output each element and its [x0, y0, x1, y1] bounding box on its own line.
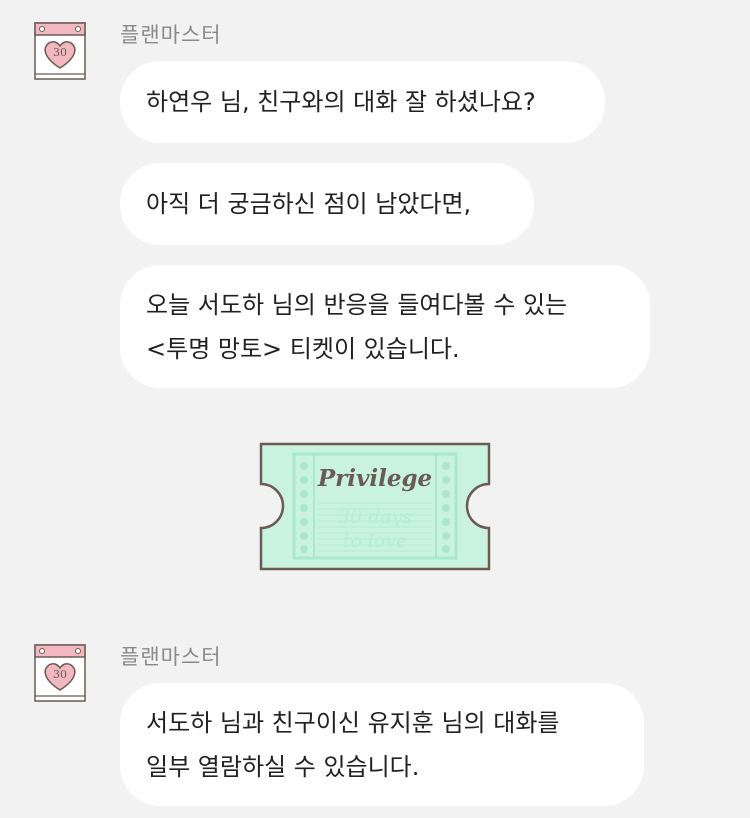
message-bubble: 하연우 님, 친구와의 대화 잘 하셨나요?: [120, 61, 605, 143]
ticket-title: Privilege: [317, 465, 432, 492]
message-bubble: 아직 더 궁금하신 점이 남았다면,: [120, 163, 534, 245]
avatar-badge-text: 30: [53, 46, 67, 59]
message-text: 서도하 님과 친구이신 유지훈 님의 대화를: [146, 708, 560, 737]
sender-name: 플랜마스터: [120, 645, 222, 669]
avatar-badge-text: 30: [53, 668, 67, 681]
heart-calendar-icon: 30: [34, 22, 86, 80]
message-bubble: 서도하 님과 친구이신 유지훈 님의 대화를 일부 열람하실 수 있습니다.: [120, 683, 644, 806]
sender-name: 플랜마스터: [120, 23, 222, 47]
message-text: 오늘 서도하 님의 반응을 들여다볼 수 있는: [146, 290, 568, 319]
ticket-watermark-line2: to love: [343, 530, 408, 552]
privilege-ticket[interactable]: Privilege 30 days to love: [258, 441, 492, 572]
message-text: 아직 더 궁금하신 점이 남았다면,: [146, 190, 472, 218]
message-text: <투명 망토> 티켓이 있습니다.: [146, 334, 460, 363]
heart-calendar-icon: 30: [34, 644, 86, 702]
message-bubble: 오늘 서도하 님의 반응을 들여다볼 수 있는 <투명 망토> 티켓이 있습니다…: [120, 265, 650, 388]
avatar[interactable]: 30: [34, 22, 86, 80]
message-text: 일부 열람하실 수 있습니다.: [146, 752, 420, 781]
ticket-watermark-line1: 30 days: [338, 506, 412, 528]
avatar[interactable]: 30: [34, 644, 86, 702]
message-text: 하연우 님, 친구와의 대화 잘 하셨나요?: [146, 88, 536, 116]
